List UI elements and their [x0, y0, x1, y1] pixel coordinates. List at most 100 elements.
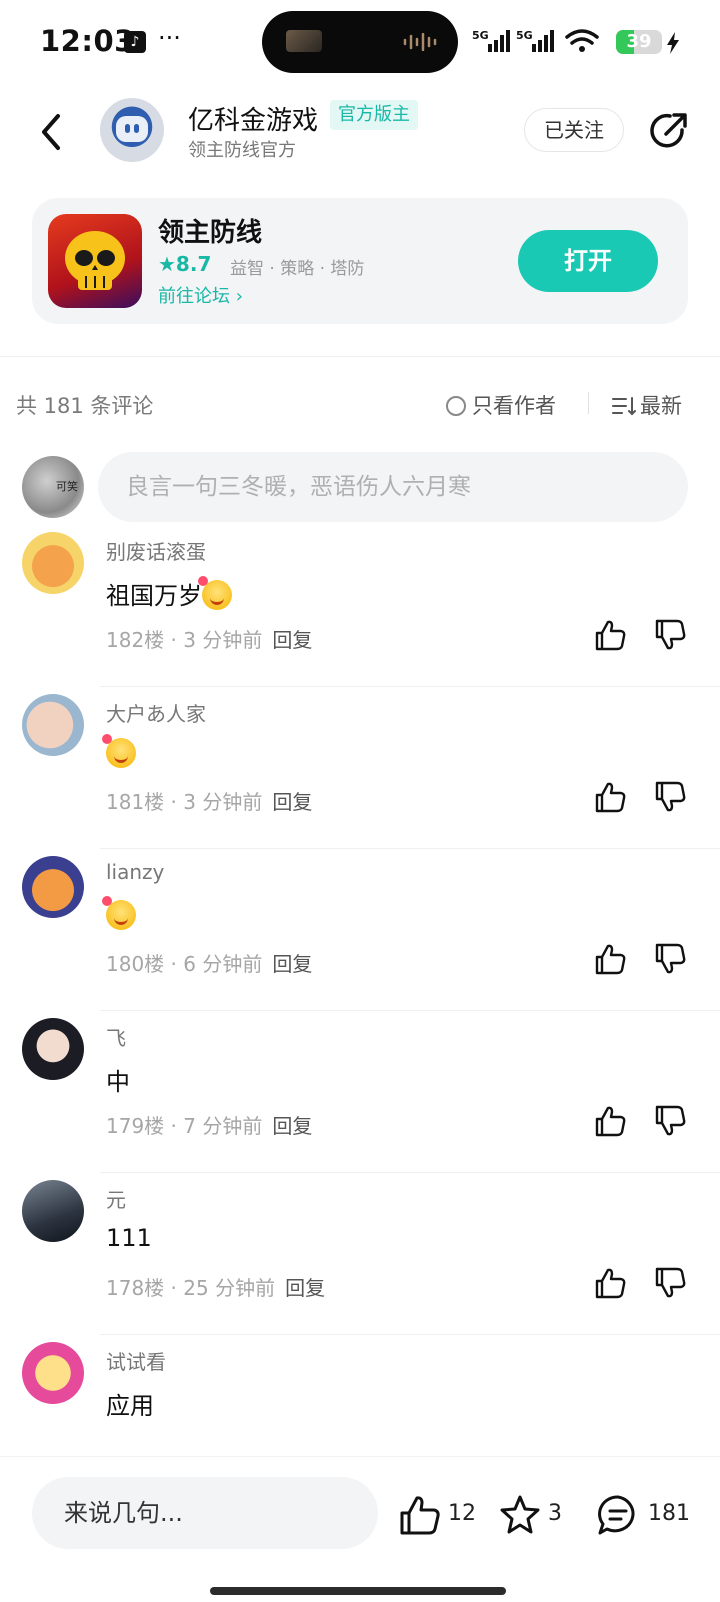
- post-header: 亿科金游戏 官方版主 领主防线官方 已关注: [0, 90, 720, 176]
- reply-button[interactable]: 回复: [272, 952, 312, 976]
- commenter-name[interactable]: 元: [106, 1184, 126, 1213]
- comment-divider: [100, 1010, 720, 1011]
- cellular-signal-2-icon: 5G: [516, 29, 554, 52]
- floor-number: 178楼: [106, 1276, 165, 1300]
- comment-text-content: 祖国万岁: [106, 582, 202, 610]
- comment-time: 7 分钟前: [183, 1114, 263, 1138]
- dislike-icon[interactable]: [654, 618, 688, 652]
- share-icon[interactable]: [648, 110, 690, 152]
- comment-meta: 180楼 · 6 分钟前 回复: [106, 952, 313, 976]
- comment-divider: [100, 1172, 720, 1173]
- smile-emoji-icon: [102, 896, 136, 930]
- author-subtitle: 领主防线官方: [188, 140, 296, 161]
- app-card[interactable]: 领主防线 ★8.7 益智 · 策略 · 塔防 前往论坛 › 打开: [32, 198, 688, 324]
- author-only-label: 只看作者: [472, 394, 556, 418]
- comment-item[interactable]: lianzy 180楼 · 6 分钟前 回复: [0, 856, 720, 1021]
- commenter-name[interactable]: 试试看: [106, 1346, 166, 1375]
- like-icon[interactable]: [594, 780, 628, 814]
- comment-text: 中: [106, 1062, 130, 1097]
- comment-time: 3 分钟前: [183, 790, 263, 814]
- comment-item[interactable]: 大户あ人家 181楼 · 3 分钟前 回复: [0, 694, 720, 859]
- comment-item[interactable]: 元 111 178楼 · 25 分钟前 回复: [0, 1180, 720, 1345]
- commenter-name[interactable]: 大户あ人家: [106, 698, 206, 727]
- open-app-button[interactable]: 打开: [518, 230, 658, 292]
- commenter-name[interactable]: lianzy: [106, 860, 164, 884]
- my-avatar[interactable]: 可笑: [22, 456, 84, 518]
- battery-text: 39: [626, 31, 652, 52]
- sort-button[interactable]: 最新: [612, 390, 682, 420]
- app-name: 领主防线: [158, 218, 263, 248]
- audio-wave-icon: [403, 33, 437, 51]
- comment-text: 111: [106, 1224, 152, 1252]
- cellular-signal-icon: 5G: [472, 29, 510, 52]
- comment-item[interactable]: 飞中 179楼 · 7 分钟前 回复: [0, 1018, 720, 1183]
- svg-text:5G: 5G: [516, 29, 533, 42]
- floor-number: 179楼: [106, 1114, 165, 1138]
- svg-text:5G: 5G: [472, 29, 489, 42]
- commenter-avatar[interactable]: [22, 1342, 84, 1404]
- robot-face-icon: [116, 116, 148, 142]
- thumbs-up-icon[interactable]: [398, 1493, 442, 1537]
- comment-text-content: 中: [106, 1068, 130, 1096]
- comment-time: 25 分钟前: [183, 1276, 276, 1300]
- commenter-avatar[interactable]: [22, 532, 84, 594]
- dislike-icon[interactable]: [654, 942, 688, 976]
- floor-number: 181楼: [106, 790, 165, 814]
- commenter-avatar[interactable]: [22, 856, 84, 918]
- reply-button[interactable]: 回复: [272, 628, 312, 652]
- follow-button[interactable]: 已关注: [524, 108, 624, 152]
- say-something-input[interactable]: 来说几句...: [32, 1477, 378, 1549]
- like-icon[interactable]: [594, 1104, 628, 1138]
- commenter-avatar[interactable]: [22, 1180, 84, 1242]
- author-name[interactable]: 亿科金游戏: [188, 100, 318, 137]
- comment-divider: [100, 848, 720, 849]
- author-only-toggle[interactable]: 只看作者: [446, 390, 556, 420]
- author-avatar[interactable]: [100, 98, 164, 162]
- more-dots: ···: [158, 24, 181, 52]
- forum-link[interactable]: 前往论坛 ›: [158, 282, 243, 308]
- skull-icon: [65, 231, 125, 290]
- official-moderator-badge: 官方版主: [330, 100, 418, 130]
- commenter-name[interactable]: 别废话滚蛋: [106, 536, 206, 565]
- charging-bolt-icon: [667, 32, 679, 54]
- reply-button[interactable]: 回复: [285, 1276, 325, 1300]
- commenter-name[interactable]: 飞: [106, 1022, 126, 1051]
- sort-icon: [612, 397, 636, 416]
- floor-number: 182楼: [106, 628, 165, 652]
- like-icon[interactable]: [594, 618, 628, 652]
- app-tags: 益智 · 策略 · 塔防: [230, 259, 365, 279]
- radio-circle-icon: [446, 396, 466, 416]
- star-icon[interactable]: [498, 1493, 542, 1537]
- dislike-icon[interactable]: [654, 1104, 688, 1138]
- sort-label: 最新: [640, 394, 682, 418]
- comment-input[interactable]: 良言一句三冬暖，恶语伤人六月寒: [98, 452, 688, 522]
- dislike-icon[interactable]: [654, 1266, 688, 1300]
- wifi-icon: [565, 29, 599, 52]
- comment-meta: 178楼 · 25 分钟前 回复: [106, 1276, 326, 1300]
- dynamic-island: [262, 11, 458, 73]
- status-time: 12:03: [40, 24, 135, 58]
- commenter-avatar[interactable]: [22, 1018, 84, 1080]
- like-icon[interactable]: [594, 942, 628, 976]
- battery-indicator: 39: [616, 30, 662, 54]
- comment-count: 共 181 条评论: [16, 394, 154, 418]
- comment-divider: [100, 1334, 720, 1335]
- commenter-avatar[interactable]: [22, 694, 84, 756]
- reply-button[interactable]: 回复: [272, 1114, 312, 1138]
- divider: [0, 356, 720, 357]
- like-icon[interactable]: [594, 1266, 628, 1300]
- comment-total: 181: [648, 1501, 690, 1526]
- tiktok-icon: ♪: [124, 31, 146, 53]
- back-button[interactable]: [34, 110, 68, 154]
- app-icon[interactable]: [48, 214, 142, 308]
- comment-item[interactable]: 别废话滚蛋祖国万岁 182楼 · 3 分钟前 回复: [0, 532, 720, 697]
- bottom-bar: 来说几句... 12 3 181: [0, 1456, 720, 1602]
- media-thumbnail: [286, 30, 322, 52]
- comment-meta: 182楼 · 3 分钟前 回复: [106, 628, 313, 652]
- comment-icon[interactable]: [596, 1493, 640, 1537]
- like-count: 12: [448, 1501, 476, 1526]
- comment-text: 祖国万岁: [106, 576, 232, 611]
- dislike-icon[interactable]: [654, 780, 688, 814]
- smile-emoji-icon: [102, 734, 136, 768]
- reply-button[interactable]: 回复: [272, 790, 312, 814]
